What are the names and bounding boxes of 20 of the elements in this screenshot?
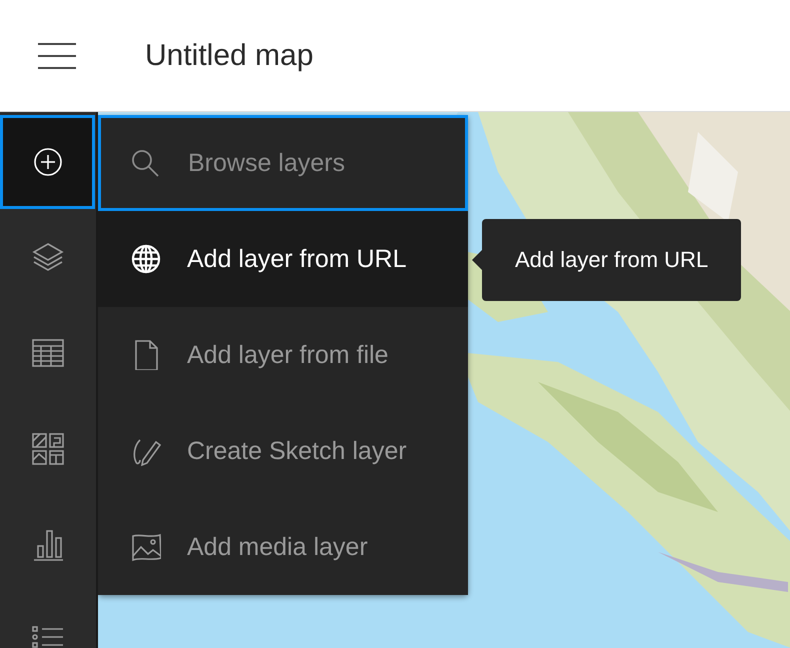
layout-icon [32, 433, 64, 465]
search-icon [131, 149, 159, 177]
tooltip: Add layer from URL [482, 219, 742, 301]
menu-item[interactable]: Add layer from URL [98, 211, 468, 307]
image-icon [131, 532, 161, 562]
menu-item[interactable]: Add layer from file [98, 307, 468, 403]
layers-icon [32, 241, 64, 273]
globe-icon [131, 244, 161, 274]
map-title: Untitled map [145, 38, 314, 72]
add-icon [32, 147, 62, 177]
table-icon [32, 337, 64, 369]
tooltip-arrow [472, 250, 482, 270]
menu-item[interactable]: Add media layer [98, 499, 468, 595]
menu-item[interactable]: Create Sketch layer [98, 403, 468, 499]
menu-button[interactable] [38, 42, 76, 70]
bar-chart-icon [32, 529, 64, 561]
list-icon [32, 625, 64, 648]
toolbar-button[interactable] [0, 115, 95, 209]
search-field[interactable]: Browse layers [98, 115, 468, 211]
menu-icon [38, 42, 76, 70]
